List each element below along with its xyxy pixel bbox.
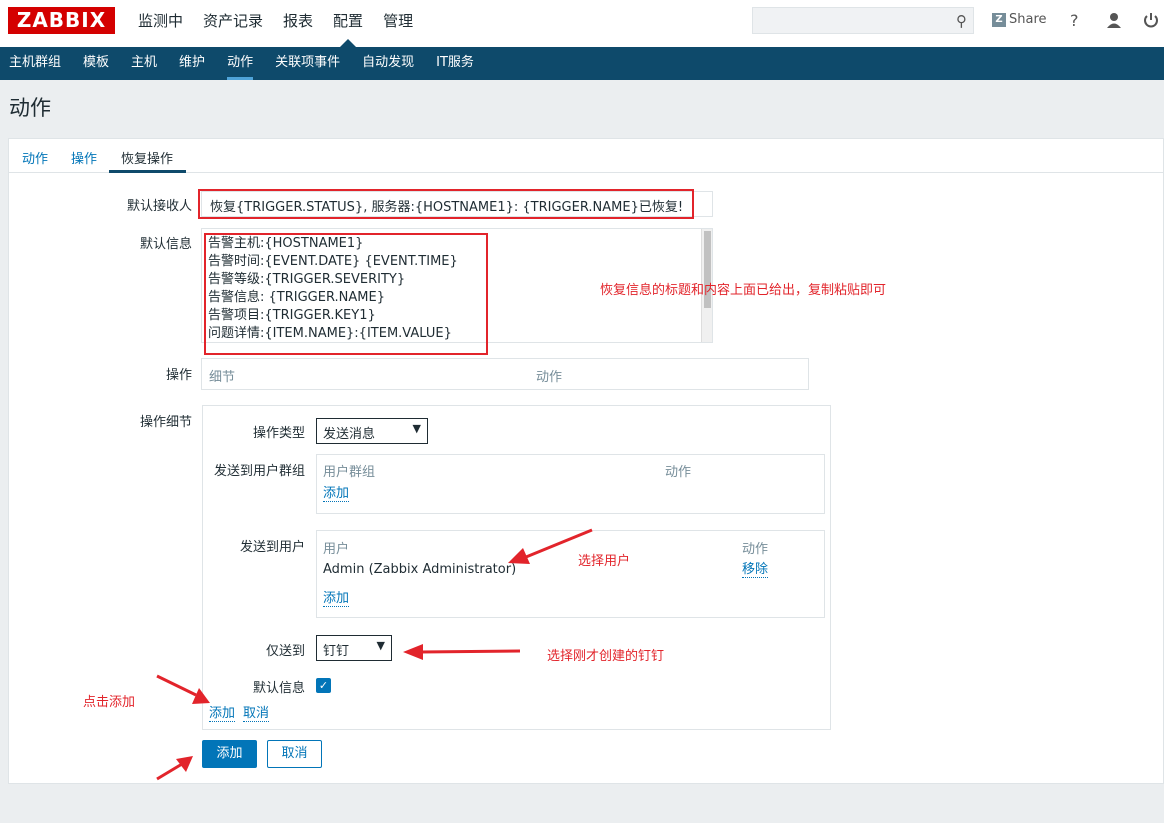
share-button[interactable]: Z Share	[992, 12, 1047, 27]
tab-operations[interactable]: 操作	[71, 148, 97, 167]
operation-type-label: 操作类型	[252, 426, 305, 441]
tab-bar: 动作 操作 恢复操作	[9, 139, 1163, 173]
annotation-select-dingtalk: 选择刚才创建的钉钉	[547, 649, 665, 664]
send-only-to-select[interactable]: 钉钉 ▼	[316, 635, 392, 661]
user-groups-table: 用户群组 动作 添加	[316, 454, 825, 514]
help-icon[interactable]: ?	[1070, 11, 1079, 30]
menu-configuration[interactable]: 配置	[323, 0, 373, 47]
search-input[interactable]: ⚲	[752, 7, 974, 34]
default-message-checkbox[interactable]: ✓	[316, 678, 331, 693]
user-row-name: Admin (Zabbix Administrator)	[323, 562, 517, 577]
users-header-user: 用户	[323, 542, 350, 557]
submenu-hosts[interactable]: 主机	[120, 47, 168, 80]
chevron-down-icon: ▼	[376, 639, 385, 652]
send-only-to-value: 钉钉	[323, 644, 350, 659]
form-panel: 动作 操作 恢复操作 默认接收人 恢复{TRIGGER.STATUS}, 服务器…	[8, 138, 1164, 784]
operations-table: 细节 动作	[201, 358, 809, 390]
submenu-templates[interactable]: 模板	[72, 47, 120, 80]
add-user-link[interactable]: 添加	[323, 591, 350, 607]
operations-label: 操作	[165, 368, 192, 383]
groups-header-action: 动作	[665, 465, 692, 480]
logout-icon[interactable]	[1143, 11, 1159, 33]
tab-action[interactable]: 动作	[22, 148, 48, 167]
send-to-users-label: 发送到用户	[239, 540, 305, 555]
add-button[interactable]: 添加	[202, 740, 257, 768]
page-title: 动作	[9, 96, 51, 120]
default-message-label: 默认信息	[139, 237, 192, 252]
submenu-it-services[interactable]: IT服务	[425, 47, 485, 80]
menu-monitoring[interactable]: 监测中	[128, 0, 193, 47]
annotation-box-message	[204, 233, 488, 355]
zabbix-logo[interactable]: ZABBIX	[8, 7, 115, 34]
search-icon[interactable]: ⚲	[956, 12, 967, 30]
share-label: Share	[1009, 12, 1047, 27]
main-menu: 监测中 资产记录 报表 配置 管理	[128, 0, 423, 47]
operations-header-details: 细节	[209, 370, 236, 385]
submenu-actions[interactable]: 动作	[216, 47, 264, 80]
operations-header-action: 动作	[536, 370, 563, 385]
users-table: 用户 动作 Admin (Zabbix Administrator) 移除 添加	[316, 530, 825, 618]
tab-recovery-operations[interactable]: 恢复操作	[121, 148, 173, 167]
send-to-groups-label: 发送到用户群组	[213, 464, 305, 479]
default-message-check-label: 默认信息	[252, 681, 305, 696]
remove-user-link[interactable]: 移除	[742, 562, 769, 578]
annotation-box-recipient	[198, 189, 694, 219]
top-bar: ZABBIX 监测中 资产记录 报表 配置 管理 ⚲ Z Share ?	[0, 0, 1164, 47]
submenu-discovery[interactable]: 自动发现	[351, 47, 425, 80]
sub-menu: 主机群组 模板 主机 维护 动作 关联项事件 自动发现 IT服务	[0, 47, 1164, 80]
add-user-group-link[interactable]: 添加	[323, 486, 350, 502]
cancel-button[interactable]: 取消	[267, 740, 322, 768]
annotation-click-add: 点击添加	[83, 695, 136, 710]
user-profile-icon[interactable]	[1105, 11, 1123, 33]
annotation-copy-hint: 恢复信息的标题和内容上面已给出，复制粘贴即可	[600, 283, 887, 298]
annotation-select-user: 选择用户	[578, 554, 631, 569]
active-tab-indicator	[109, 170, 186, 173]
users-header-action: 动作	[742, 542, 769, 557]
chevron-down-icon: ▼	[412, 422, 421, 435]
operation-type-value: 发送消息	[323, 427, 376, 442]
groups-header-group: 用户群组	[323, 465, 376, 480]
submenu-correlation[interactable]: 关联项事件	[264, 47, 351, 80]
operation-type-select[interactable]: 发送消息 ▼	[316, 418, 428, 444]
zabbix-share-icon: Z	[992, 12, 1006, 27]
detail-add-link[interactable]: 添加	[209, 706, 236, 722]
operation-details-label: 操作细节	[139, 415, 192, 430]
send-only-to-label: 仅送到	[265, 644, 305, 659]
submenu-host-groups[interactable]: 主机群组	[0, 47, 72, 80]
menu-inventory[interactable]: 资产记录	[193, 0, 273, 47]
menu-administration[interactable]: 管理	[373, 0, 423, 47]
detail-cancel-link[interactable]: 取消	[243, 706, 270, 722]
default-recipient-label: 默认接收人	[126, 199, 192, 214]
submenu-maintenance[interactable]: 维护	[168, 47, 216, 80]
operation-details-box: 操作类型 发送消息 ▼ 发送到用户群组 用户群组 动作 添加 发送到用户 用户 …	[202, 405, 831, 730]
menu-reports[interactable]: 报表	[273, 0, 323, 47]
